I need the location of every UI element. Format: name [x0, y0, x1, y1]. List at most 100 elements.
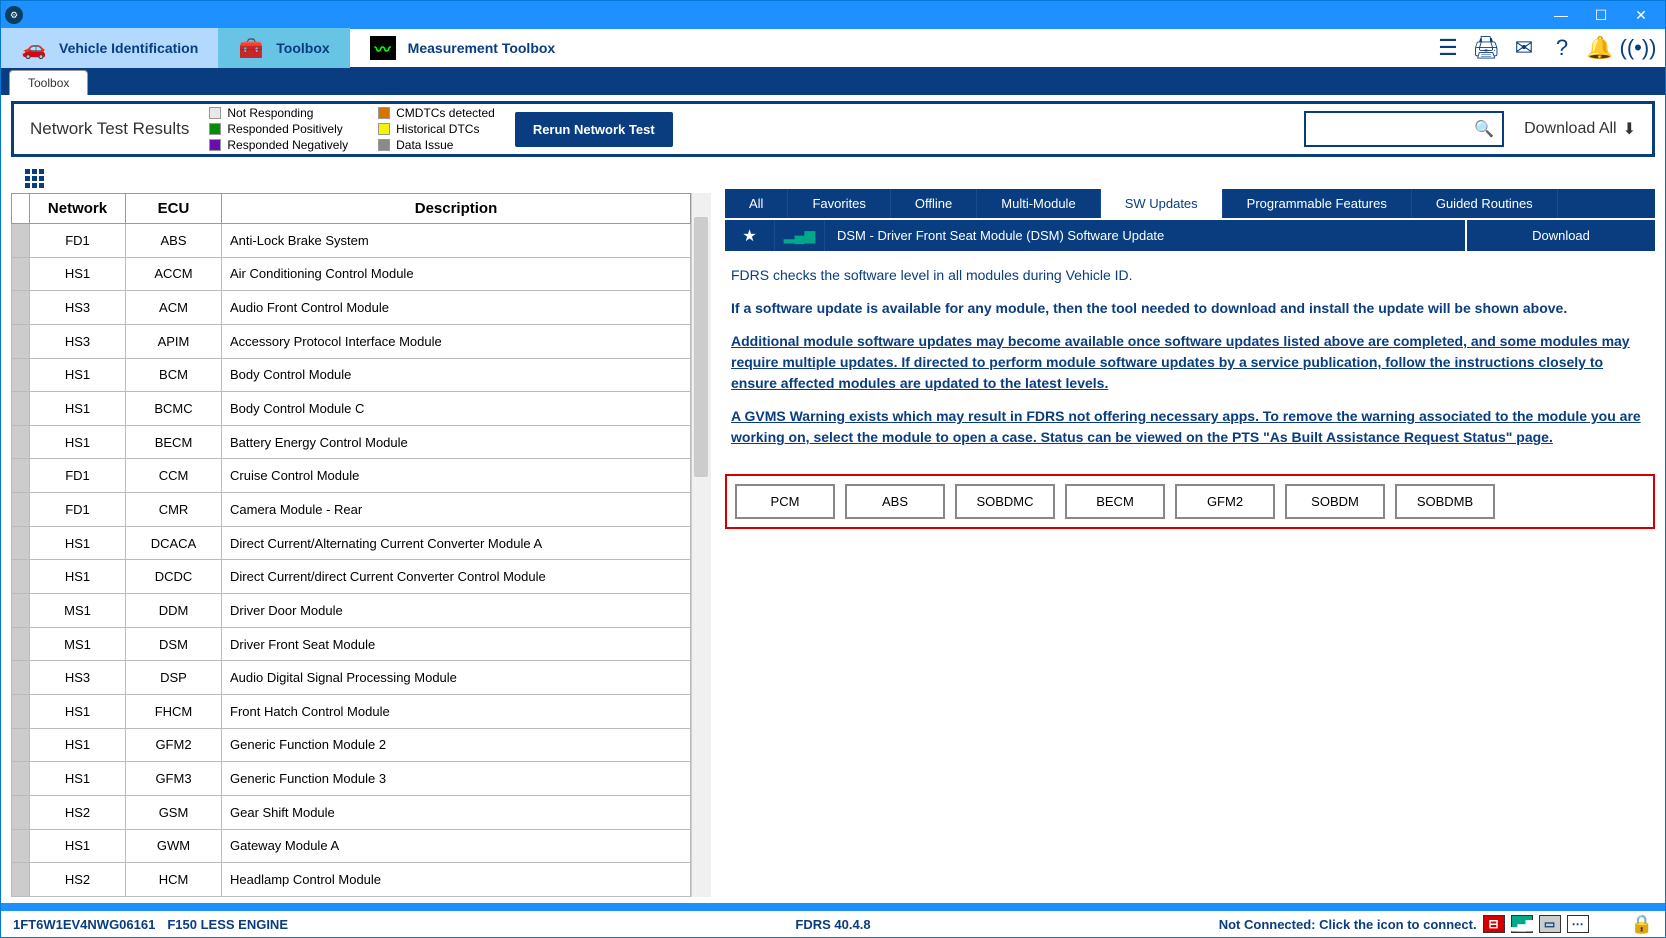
table-row[interactable]: FD1 CMR Camera Module - Rear	[12, 493, 691, 527]
warning-module-button[interactable]: GFM2	[1175, 484, 1275, 519]
print-icon[interactable]: 🖨	[1473, 35, 1499, 61]
module-table: Network ECU Description FD1 ABS Anti-Loc…	[11, 193, 691, 897]
cell-ecu: GWM	[126, 829, 222, 863]
cell-description: Cruise Control Module	[222, 459, 691, 493]
tab-toolbox[interactable]: 🧰 Toolbox	[218, 28, 349, 68]
signal-icon[interactable]: ((•))	[1625, 35, 1651, 61]
tab-vehicle-identification[interactable]: 🚗 Vehicle Identification	[1, 28, 218, 68]
device-icon[interactable]: ▭	[1539, 915, 1561, 933]
info-line-1: FDRS checks the software level in all mo…	[731, 265, 1649, 286]
tab-sw-updates[interactable]: SW Updates	[1101, 189, 1223, 218]
table-row[interactable]: MS1 DSM Driver Front Seat Module	[12, 627, 691, 661]
sub-tab-row: Toolbox	[1, 69, 1665, 95]
warning-module-button[interactable]: SOBDMB	[1395, 484, 1495, 519]
table-row[interactable]: HS1 ACCM Air Conditioning Control Module	[12, 257, 691, 291]
search-input[interactable]: 🔍	[1304, 111, 1504, 147]
cell-network: HS1	[30, 358, 126, 392]
tab-multi-module[interactable]: Multi-Module	[977, 189, 1100, 218]
download-icon: ⬇	[1623, 119, 1636, 139]
signal-bars-icon[interactable]: ▂▄▆	[1511, 915, 1533, 933]
table-row[interactable]: MS1 DDM Driver Door Module	[12, 594, 691, 628]
main-nav: 🚗 Vehicle Identification 🧰 Toolbox 〰 Mea…	[1, 29, 1665, 69]
warning-module-button[interactable]: SOBDMC	[955, 484, 1055, 519]
cell-description: Battery Energy Control Module	[222, 425, 691, 459]
sub-tab-toolbox[interactable]: Toolbox	[9, 70, 88, 95]
table-row[interactable]: HS2 GSM Gear Shift Module	[12, 795, 691, 829]
table-row[interactable]: FD1 ABS Anti-Lock Brake System	[12, 224, 691, 258]
scrollbar[interactable]	[691, 193, 711, 897]
cell-network: FD1	[30, 493, 126, 527]
cell-ecu: BCM	[126, 358, 222, 392]
gvms-warning-buttons: PCM ABS SOBDMC BECM GFM2 SOBDM SOBDMB	[725, 474, 1655, 529]
cell-network: HS3	[30, 291, 126, 325]
lock-icon[interactable]: 🔒	[1631, 914, 1653, 935]
table-row[interactable]: HS3 APIM Accessory Protocol Interface Mo…	[12, 324, 691, 358]
warning-module-button[interactable]: BECM	[1065, 484, 1165, 519]
network-test-title: Network Test Results	[30, 119, 189, 139]
maximize-button[interactable]: ☐	[1581, 1, 1621, 29]
cell-description: Front Hatch Control Module	[222, 694, 691, 728]
minimize-button[interactable]: —	[1541, 1, 1581, 29]
options-icon[interactable]: ⋯	[1567, 915, 1589, 933]
vci-icon[interactable]: ⊟	[1483, 915, 1505, 933]
table-row[interactable]: HS1 FHCM Front Hatch Control Module	[12, 694, 691, 728]
tab-label: Measurement Toolbox	[408, 40, 556, 56]
title-bar: ⚙ — ☐ ✕	[1, 1, 1665, 29]
cell-ecu: DSP	[126, 661, 222, 695]
tab-offline[interactable]: Offline	[891, 189, 977, 218]
table-row[interactable]: HS1 DCACA Direct Current/Alternating Cur…	[12, 526, 691, 560]
table-row[interactable]: HS1 GFM2 Generic Function Module 2	[12, 728, 691, 762]
scrollbar-thumb[interactable]	[694, 217, 708, 477]
mail-icon[interactable]: ✉	[1511, 35, 1537, 61]
legend-cmdtcs: CMDTCs detected	[396, 106, 495, 120]
table-row[interactable]: HS1 BCMC Body Control Module C	[12, 392, 691, 426]
table-row[interactable]: HS1 GWM Gateway Module A	[12, 829, 691, 863]
cell-ecu: DCACA	[126, 526, 222, 560]
legend-data-issue: Data Issue	[396, 138, 453, 152]
tab-all[interactable]: All	[725, 189, 788, 218]
warning-module-button[interactable]: ABS	[845, 484, 945, 519]
table-row[interactable]: HS3 DSP Audio Digital Signal Processing …	[12, 661, 691, 695]
menu-icon[interactable]: ☰	[1435, 35, 1461, 61]
table-row[interactable]: HS1 BCM Body Control Module	[12, 358, 691, 392]
module-list-pane: Network ECU Description FD1 ABS Anti-Loc…	[11, 163, 711, 897]
cell-description: Air Conditioning Control Module	[222, 257, 691, 291]
download-button[interactable]: Download	[1465, 220, 1655, 251]
table-row[interactable]: HS2 HCM Headlamp Control Module	[12, 863, 691, 897]
table-row[interactable]: HS3 ACM Audio Front Control Module	[12, 291, 691, 325]
cell-ecu: DDM	[126, 594, 222, 628]
cell-network: HS1	[30, 425, 126, 459]
tab-favorites[interactable]: Favorites	[788, 189, 890, 218]
tab-label: Vehicle Identification	[59, 40, 198, 56]
close-button[interactable]: ✕	[1621, 1, 1661, 29]
rerun-network-test-button[interactable]: Rerun Network Test	[515, 112, 673, 147]
legend: Not Responding CMDTCs detected Responded…	[209, 106, 494, 152]
info-line-3: Additional module software updates may b…	[731, 331, 1649, 394]
grid-view-icon[interactable]	[25, 169, 45, 189]
favorite-star-icon[interactable]: ★	[725, 220, 775, 251]
table-row[interactable]: FD1 CCM Cruise Control Module	[12, 459, 691, 493]
col-network[interactable]: Network	[30, 194, 126, 224]
cell-network: HS1	[30, 829, 126, 863]
table-row[interactable]: HS1 DCDC Direct Current/direct Current C…	[12, 560, 691, 594]
cell-description: Accessory Protocol Interface Module	[222, 324, 691, 358]
warning-module-button[interactable]: PCM	[735, 484, 835, 519]
tab-measurement-toolbox[interactable]: 〰 Measurement Toolbox	[350, 28, 576, 68]
table-row[interactable]: HS1 GFM3 Generic Function Module 3	[12, 762, 691, 796]
cell-description: Headlamp Control Module	[222, 863, 691, 897]
cell-ecu: DCDC	[126, 560, 222, 594]
cell-description: Direct Current/direct Current Converter …	[222, 560, 691, 594]
warning-module-button[interactable]: SOBDM	[1285, 484, 1385, 519]
help-icon[interactable]: ?	[1549, 35, 1575, 61]
table-row[interactable]: HS1 BECM Battery Energy Control Module	[12, 425, 691, 459]
download-all-button[interactable]: Download All ⬇	[1524, 119, 1636, 139]
bell-icon[interactable]: 🔔	[1587, 35, 1613, 61]
col-description[interactable]: Description	[222, 194, 691, 224]
cell-description: Direct Current/Alternating Current Conve…	[222, 526, 691, 560]
tab-programmable-features[interactable]: Programmable Features	[1223, 189, 1412, 218]
tab-guided-routines[interactable]: Guided Routines	[1412, 189, 1558, 218]
cell-network: HS3	[30, 661, 126, 695]
col-ecu[interactable]: ECU	[126, 194, 222, 224]
info-line-2: If a software update is available for an…	[731, 298, 1649, 319]
cell-description: Generic Function Module 2	[222, 728, 691, 762]
